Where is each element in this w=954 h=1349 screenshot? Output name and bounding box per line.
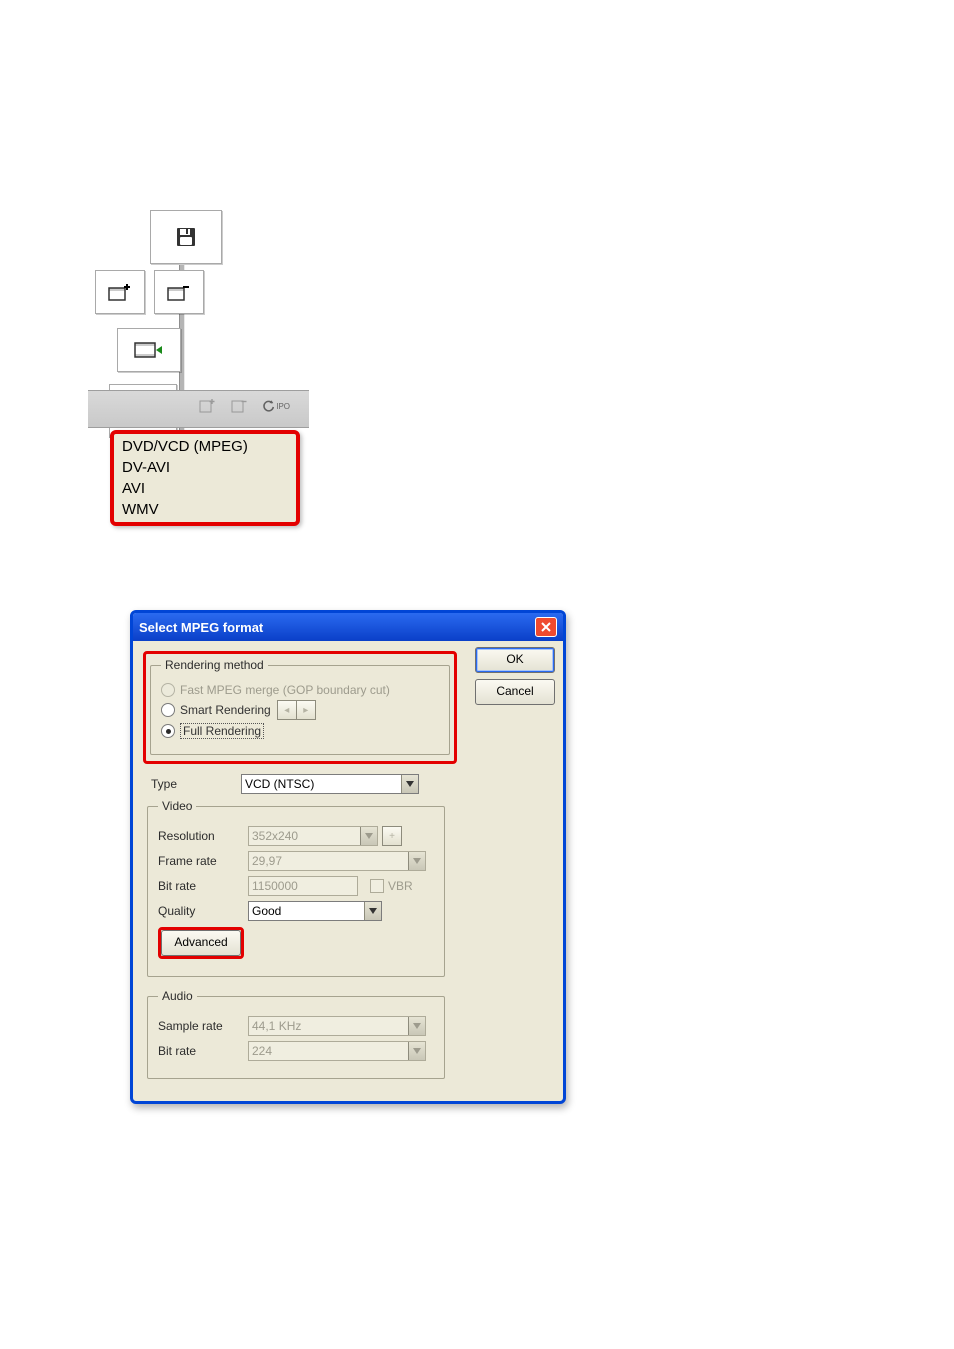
audio-bitrate-select: 224 [248,1041,426,1061]
titlebar: Select MPEG format [133,613,563,641]
ipo-label: IPO [276,402,290,411]
chevron-down-icon [408,1042,425,1060]
clip-remove-button[interactable] [154,270,204,314]
type-select[interactable]: VCD (NTSC) [241,774,419,794]
resolution-select: 352x240 [248,826,378,846]
radio-icon [161,724,175,738]
menu-item-avi[interactable]: AVI [118,478,292,499]
chevron-down-icon [364,902,381,920]
smart-next-button: ▸ [297,700,316,720]
menu-item-wmv[interactable]: WMV [118,499,292,520]
radio-icon [161,683,175,697]
reset-ipo-icon: IPO [262,396,290,416]
video-bitrate-label: Bit rate [158,879,248,893]
clip-play-button[interactable] [117,328,181,372]
advanced-button[interactable]: Advanced [161,930,241,956]
sample-rate-select: 44,1 KHz [248,1016,426,1036]
audio-bitrate-label: Bit rate [158,1044,248,1058]
radio-label: Fast MPEG merge (GOP boundary cut) [180,683,390,697]
sample-rate-value: 44,1 KHz [252,1019,301,1033]
resolution-value: 352x240 [252,829,298,843]
keyframe-remove-icon [230,396,250,416]
frame-rate-label: Frame rate [158,854,248,868]
save-icon [175,226,197,248]
chevron-down-icon [360,827,377,845]
clip-remove-icon [167,282,191,302]
chevron-down-icon [401,775,418,793]
resolution-extra-button: + [382,826,402,846]
rendering-legend: Rendering method [161,658,268,672]
video-legend: Video [158,799,196,813]
clip-play-icon [134,340,164,360]
frame-rate-value: 29,97 [252,854,282,868]
save-button[interactable] [150,210,222,264]
ok-button[interactable]: OK [475,647,555,673]
select-mpeg-format-dialog: Select MPEG format OK Cancel Rendering m… [130,610,566,1104]
vbr-checkbox [370,879,384,893]
clip-add-icon [108,282,132,302]
radio-label: Smart Rendering [180,703,271,717]
menu-item-dv-avi[interactable]: DV-AVI [118,457,292,478]
quality-value: Good [252,904,281,918]
clip-add-button[interactable] [95,270,145,314]
quality-label: Quality [158,904,248,918]
close-button[interactable] [535,617,557,637]
type-label: Type [151,777,241,791]
radio-full[interactable]: Full Rendering [161,723,439,739]
audio-bitrate-value: 224 [252,1044,272,1058]
type-value: VCD (NTSC) [245,777,314,791]
format-popup-menu: DVD/VCD (MPEG) DV-AVI AVI WMV [110,430,300,526]
keyframe-add-icon [198,396,218,416]
menu-item-dvd-vcd-mpeg[interactable]: DVD/VCD (MPEG) [118,436,292,457]
cancel-button[interactable]: Cancel [475,679,555,705]
resolution-label: Resolution [158,829,248,843]
audio-legend: Audio [158,989,197,1003]
rendering-highlight: Rendering method Fast MPEG merge (GOP bo… [143,651,457,764]
sample-rate-label: Sample rate [158,1019,248,1033]
dialog-title: Select MPEG format [139,620,535,635]
close-icon [541,622,551,632]
video-bitrate-input [248,876,358,896]
smart-prev-button: ◂ [277,700,297,720]
radio-label: Full Rendering [180,723,264,739]
radio-gop: Fast MPEG merge (GOP boundary cut) [161,683,439,697]
chevron-down-icon [408,852,425,870]
frame-rate-select: 29,97 [248,851,426,871]
quality-select[interactable]: Good [248,901,382,921]
vbr-label: VBR [388,879,413,893]
radio-icon [161,703,175,717]
chevron-down-icon [408,1017,425,1035]
radio-smart[interactable]: Smart Rendering ◂ ▸ [161,700,439,720]
